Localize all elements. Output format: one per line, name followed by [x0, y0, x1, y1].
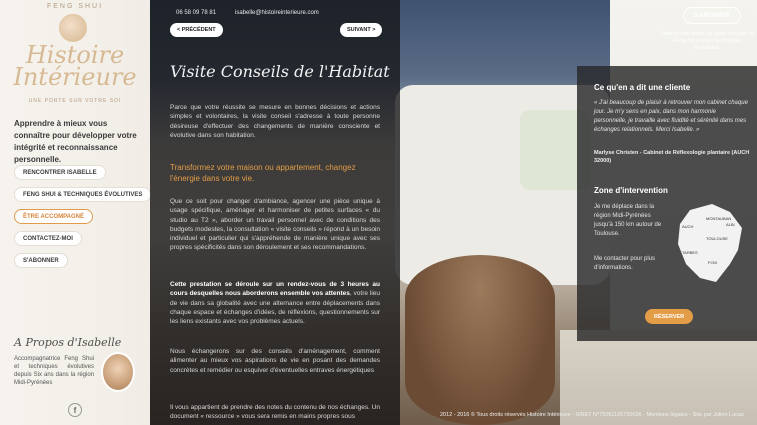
about-text: Accompagnatrice Feng Shui et techniques …	[14, 356, 94, 386]
nav-feng-shui[interactable]: FENG SHUI & TECHNIQUES ÉVOLUTIVES	[14, 187, 152, 202]
background-floor	[560, 330, 757, 425]
main-content-panel: 06 58 09 78 81 isabelle@histoireinterieu…	[150, 0, 400, 425]
map-label-albi: ALBI	[726, 222, 735, 227]
paragraph-ambiance: Que ce soit pour changer d'ambiance, age…	[170, 198, 380, 252]
testimonial-quote: « J'ai beaucoup de plaisir à retrouver m…	[594, 100, 748, 133]
phone-number[interactable]: 06 58 09 78 81	[176, 10, 216, 16]
zone-heading: Zone d'intervention	[594, 186, 668, 195]
highlight-text: Transformez votre maison ou appartement,…	[170, 163, 356, 183]
sidebar: FENG SHUI Histoire Intérieure UNE PORTE …	[0, 0, 152, 425]
right-info-panel: Ce qu'en a dit une cliente « J'ai beauco…	[577, 66, 757, 341]
map-label-auch: AUCH	[682, 224, 693, 229]
background-coffee-table	[405, 255, 555, 425]
reserve-button[interactable]: RÉSERVER	[645, 309, 694, 324]
paragraph-notes: Il vous appartient de prendre des notes …	[170, 404, 380, 421]
logo-title[interactable]: Histoire Intérieure	[0, 43, 150, 91]
zone-text: Je me déplace dans la région Midi-Pyréné…	[594, 204, 662, 237]
subscribe-button[interactable]: S'ABONNER	[683, 7, 741, 24]
footer-text: 2012 - 2016 © Tous droits réservés Histo…	[440, 412, 744, 418]
nav-abonner[interactable]: S'ABONNER	[14, 253, 68, 268]
about-title: A Propos d'Isabelle	[14, 336, 122, 349]
nav-etre-accompagne[interactable]: ÊTRE ACCOMPAGNÉ	[14, 209, 94, 224]
map-label-foix: FOIX	[708, 260, 718, 265]
region-map-icon: AUCH MONTAUBAN ALBI TOULOUSE FOIX TARBES	[678, 204, 742, 282]
map-label-montauban: MONTAUBAN	[706, 216, 731, 221]
nav-rencontrer-isabelle[interactable]: RENCONTRER ISABELLE	[14, 165, 106, 180]
logo-title-line2: Intérieure	[13, 63, 137, 91]
facebook-icon[interactable]: f	[68, 403, 82, 417]
page-title: Visite Conseils de l'Habitat	[170, 62, 390, 81]
logo-flower-icon[interactable]	[59, 14, 87, 42]
testimonial-heading: Ce qu'en a dit une cliente	[594, 83, 691, 92]
previous-button[interactable]: < PRÉCÉDENT	[170, 23, 223, 37]
paragraph-echanges: Nous échangerons sur des conseils d'amén…	[170, 348, 380, 374]
map-label-tarbes: TARBES	[682, 250, 698, 255]
avatar	[101, 352, 135, 392]
next-button[interactable]: SUIVANT >	[340, 23, 383, 37]
logo-tagline: UNE PORTE SUR VOTRE SOI	[28, 98, 122, 104]
email-address[interactable]: isabelle@histoireinterieure.com	[235, 10, 319, 16]
paragraph-prestation: Cette prestation se déroule sur un rende…	[170, 280, 380, 326]
subscribe-text: Ouvrez une porte sur votre soi avec le F…	[661, 31, 754, 51]
contact-info-text: Me contacter pour plus d'informations.	[594, 256, 656, 271]
sidebar-intro: Apprendre à mieux vous connaître pour dé…	[14, 119, 137, 164]
nav-contactez-moi[interactable]: CONTACTEZ-MOI	[14, 231, 82, 246]
testimonial-author: Marlyse Christen - Cabinet de Réflexolog…	[594, 150, 750, 164]
prestation-bold: Cette prestation se déroule sur un rende…	[170, 281, 380, 298]
map-label-toulouse: TOULOUSE	[706, 236, 728, 241]
paragraph-intro: Parce que votre réussite se mesure en bo…	[170, 104, 380, 139]
logo-top-text: FENG SHUI	[46, 3, 104, 10]
